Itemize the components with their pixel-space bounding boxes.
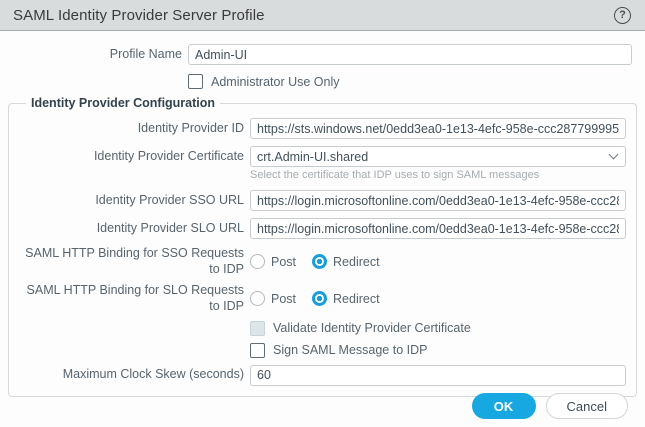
slo-binding-post-label: Post	[271, 291, 297, 306]
idp-sso-url-row: Identity Provider SSO URL	[19, 190, 626, 211]
sign-saml-label: Sign SAML Message to IDP	[273, 343, 428, 357]
profile-name-row: Profile Name	[0, 44, 632, 65]
idp-sso-url-input[interactable]	[250, 190, 626, 211]
sso-binding-label: SAML HTTP Binding for SSO Requests to ID…	[25, 246, 244, 276]
sso-binding-redirect-label: Redirect	[333, 254, 380, 269]
slo-binding-redirect-radio[interactable]	[312, 291, 328, 307]
sso-binding-post-radio[interactable]	[250, 254, 265, 270]
cancel-button[interactable]: Cancel	[545, 393, 628, 419]
validate-cert-label: Validate Identity Provider Certificate	[273, 321, 471, 335]
dialog-header: SAML Identity Provider Server Profile ?	[0, 0, 645, 31]
ok-button[interactable]: OK	[471, 393, 536, 419]
slo-binding-redirect-option[interactable]: Redirect	[312, 291, 380, 307]
slo-binding-post-option[interactable]: Post	[250, 291, 297, 307]
idp-configuration-fieldset: Identity Provider Configuration Identity…	[8, 96, 637, 397]
chevron-down-icon	[608, 149, 619, 160]
clock-skew-label: Maximum Clock Skew (seconds)	[62, 367, 244, 382]
idp-certificate-hint: Select the certificate that IDP uses to …	[250, 169, 540, 181]
admin-use-only-checkbox[interactable]	[188, 74, 203, 89]
sign-saml-row: Sign SAML Message to IDP	[250, 342, 626, 358]
clock-skew-input[interactable]	[250, 364, 626, 386]
idp-certificate-row: Identity Provider Certificate crt.Admin-…	[19, 146, 626, 167]
sso-binding-post-option[interactable]: Post	[250, 254, 297, 270]
idp-id-label: Identity Provider ID	[137, 120, 244, 135]
validate-cert-checkbox	[250, 320, 265, 336]
profile-name-label: Profile Name	[109, 46, 182, 61]
idp-certificate-select[interactable]: crt.Admin-UI.shared	[250, 146, 626, 167]
idp-id-input[interactable]	[250, 118, 626, 139]
slo-binding-label: SAML HTTP Binding for SLO Requests to ID…	[26, 283, 244, 313]
sso-binding-redirect-radio[interactable]	[312, 254, 328, 270]
slo-binding-row: SAML HTTP Binding for SLO Requests to ID…	[19, 283, 626, 314]
idp-sso-url-label: Identity Provider SSO URL	[95, 192, 244, 207]
dialog-title: SAML Identity Provider Server Profile	[13, 6, 265, 24]
idp-slo-url-row: Identity Provider SLO URL	[19, 218, 626, 239]
slo-binding-post-radio[interactable]	[250, 291, 265, 307]
idp-slo-url-input[interactable]	[250, 218, 626, 239]
clock-skew-row: Maximum Clock Skew (seconds)	[19, 364, 626, 386]
sso-binding-row: SAML HTTP Binding for SSO Requests to ID…	[19, 246, 626, 277]
saml-idp-profile-dialog: SAML Identity Provider Server Profile ? …	[0, 0, 645, 427]
validate-cert-row: Validate Identity Provider Certificate	[250, 320, 626, 336]
admin-use-only-row: Administrator Use Only	[188, 74, 645, 89]
help-icon[interactable]: ?	[614, 6, 631, 24]
idp-slo-url-label: Identity Provider SLO URL	[96, 220, 244, 235]
idp-certificate-value: crt.Admin-UI.shared	[257, 149, 369, 164]
sso-binding-redirect-option[interactable]: Redirect	[312, 254, 380, 270]
sso-binding-post-label: Post	[271, 254, 297, 269]
dialog-footer: OK Cancel	[471, 393, 628, 419]
slo-binding-options: Post Redirect	[250, 291, 626, 307]
idp-id-row: Identity Provider ID	[19, 118, 626, 139]
idp-certificate-label: Identity Provider Certificate	[93, 148, 244, 163]
sign-saml-checkbox[interactable]	[250, 342, 265, 358]
idp-configuration-legend: Identity Provider Configuration	[31, 96, 216, 110]
admin-use-only-label: Administrator Use Only	[211, 74, 340, 89]
slo-binding-redirect-label: Redirect	[333, 291, 380, 306]
profile-name-input[interactable]	[188, 44, 632, 65]
sso-binding-options: Post Redirect	[250, 254, 626, 270]
